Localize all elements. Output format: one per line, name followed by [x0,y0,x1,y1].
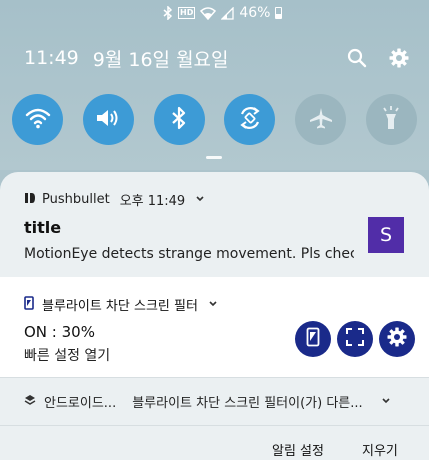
bluetooth-icon [170,106,188,134]
sound-toggle[interactable] [82,94,134,145]
sound-icon [95,107,121,133]
signal-icon [221,6,234,20]
quick-settings-toggles [12,94,417,145]
battery-icon [275,7,283,19]
notification-time: 오후 11:49 [119,194,186,209]
notification-text: 블루라이트 차단 스크린 필터이(가) 다른... [132,396,363,411]
flashlight-toggle[interactable] [365,94,417,145]
filter-actions [295,321,415,357]
avatar: S [368,217,404,253]
filter-status: ON : 30% [24,323,95,341]
wifi-icon [200,6,217,20]
wifi-icon [25,107,51,133]
hd-label: HD [178,7,196,19]
notification-header: Pushbullet 오후 11:49 [24,190,205,209]
wifi-toggle[interactable] [12,94,63,145]
android-system-icon [24,394,36,410]
flashlight-icon [381,105,401,135]
hd-icon: HD [178,7,196,19]
status-bar: HD 46% [163,4,283,22]
notification-pushbullet[interactable]: Pushbullet 오후 11:49 title MotionEye dete… [0,172,429,277]
notification-title: title [24,218,62,237]
notification-android-system[interactable]: 안드로이드... 블루라이트 차단 스크린 필터이(가) 다른... [0,377,429,425]
fullscreen-icon [346,328,364,350]
app-name: 안드로이드... [44,396,117,411]
screen-filter-app-icon [24,295,34,314]
date[interactable]: 9월 16일 월요일 [93,45,229,72]
bluetooth-toggle[interactable] [153,94,205,145]
shade-drag-handle[interactable] [206,156,222,159]
battery-percent: 46% [239,5,271,21]
auto-rotate-icon [237,105,263,135]
chevron-down-icon[interactable] [208,297,218,312]
app-name: 블루라이트 차단 스크린 필터 [42,299,198,314]
screen-filter-icon [306,327,320,351]
quick-settings-link[interactable]: 빠른 설정 열기 [24,345,110,365]
auto-rotate-toggle[interactable] [224,94,276,145]
fullscreen-button[interactable] [337,321,373,357]
chevron-down-icon[interactable] [195,192,205,207]
bluetooth-icon [163,6,173,20]
airplane-mode-icon [308,106,334,134]
search-icon[interactable] [347,48,367,68]
notification-body: MotionEye detects strange movement. Pls … [24,246,354,262]
notification-header: 블루라이트 차단 스크린 필터 [24,295,218,314]
settings-gear-icon[interactable] [389,48,409,68]
notification-blue-light-filter[interactable]: 블루라이트 차단 스크린 필터 ON : 30% 빠른 설정 열기 [0,277,429,377]
chevron-down-icon[interactable] [381,394,391,409]
screen-filter-button[interactable] [295,321,331,357]
shade-header: 11:49 9월 16일 월요일 [24,44,409,72]
pushbullet-logo-icon [24,192,36,208]
settings-gear-icon [387,327,407,351]
filter-settings-button[interactable] [379,321,415,357]
notification-footer: 알림 설정 지우기 [0,425,429,460]
header-actions [347,48,409,68]
notification-settings-button[interactable]: 알림 설정 [272,440,324,459]
clock[interactable]: 11:49 [24,47,79,69]
airplane-mode-toggle[interactable] [295,94,347,145]
clear-all-button[interactable]: 지우기 [362,440,398,459]
app-name: Pushbullet [42,192,110,207]
